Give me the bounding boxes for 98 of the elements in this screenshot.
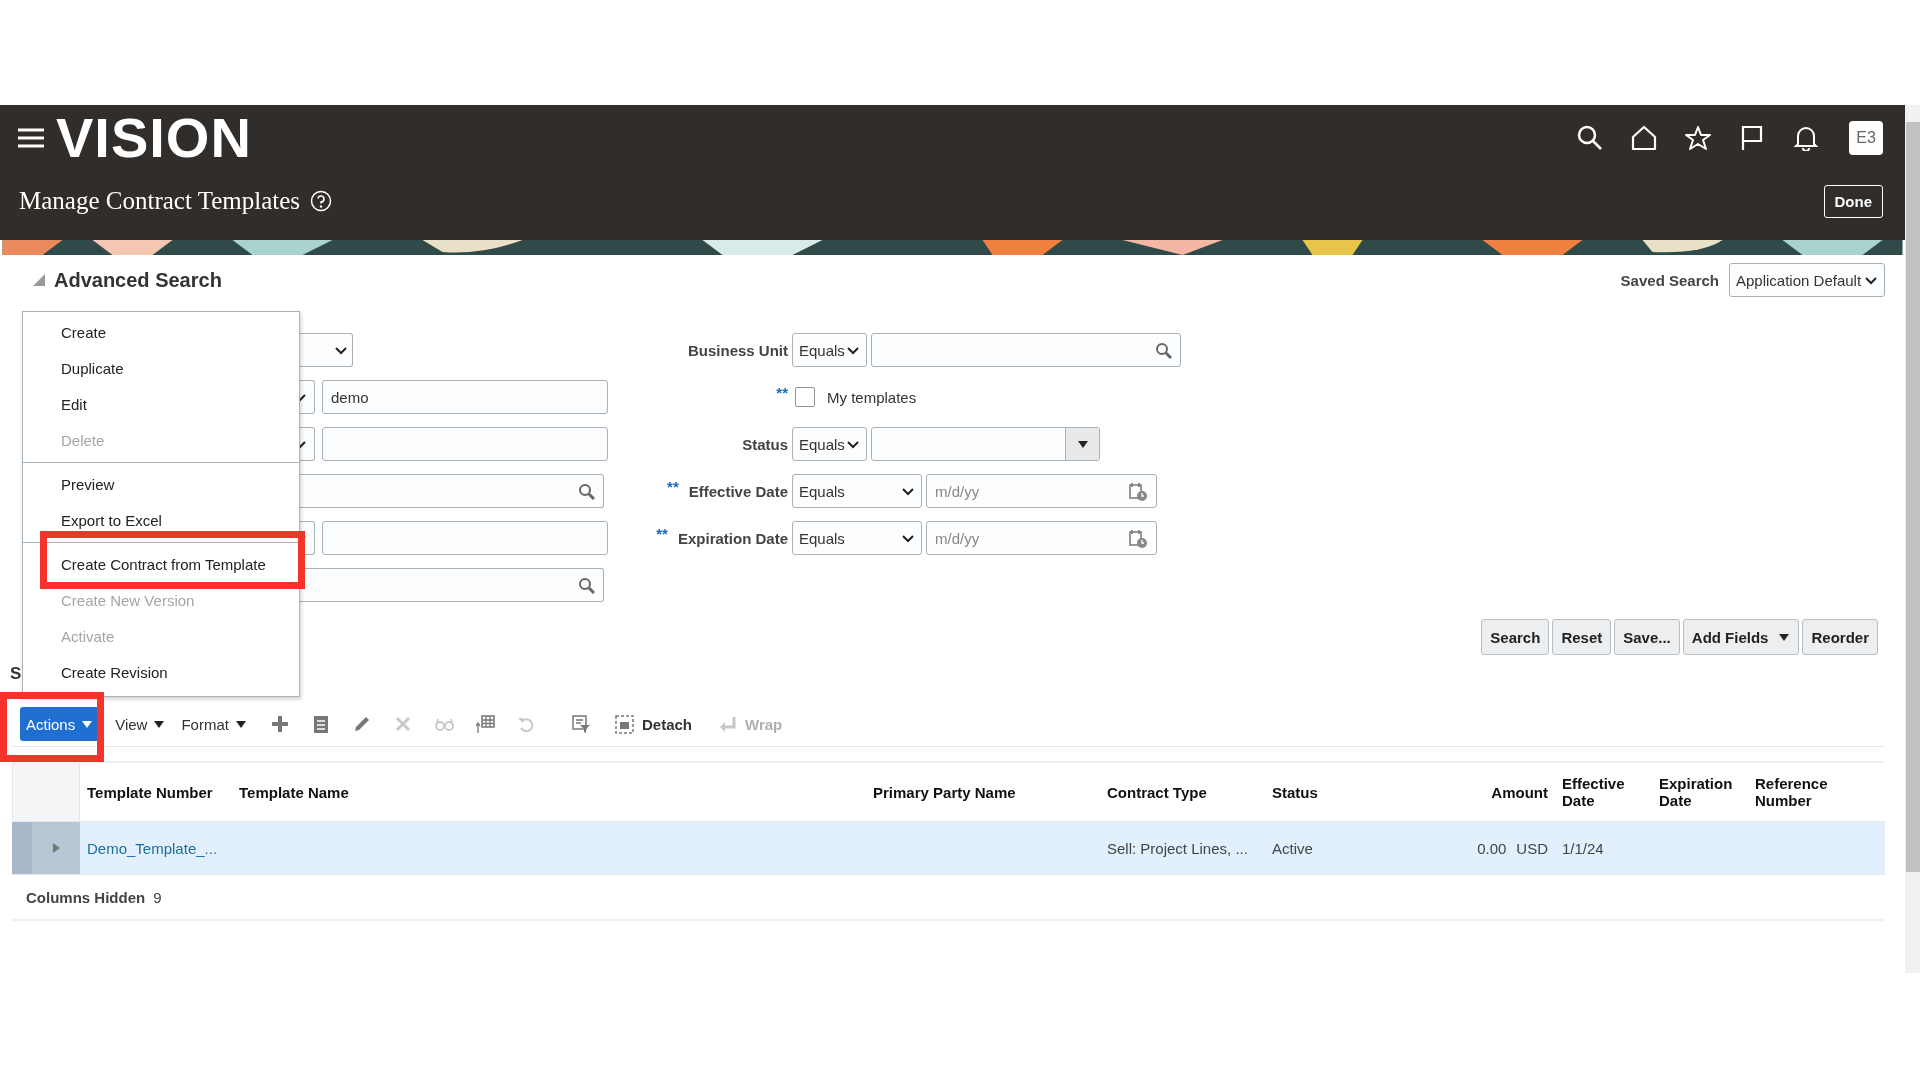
chevron-icon — [846, 438, 860, 450]
chevron-icon — [846, 344, 860, 356]
dropdown-icon — [234, 719, 247, 729]
menu-button[interactable]: View — [113, 707, 168, 741]
operator-select[interactable] — [300, 380, 315, 414]
field-label: Business Unit — [687, 341, 788, 359]
column-header[interactable]: Amount — [1410, 763, 1555, 821]
lookup-field[interactable] — [300, 474, 604, 508]
page-title: Manage Contract Templates — [19, 187, 301, 215]
search-form-button[interactable]: Save... — [1614, 619, 1680, 655]
lookup-field[interactable] — [300, 568, 604, 602]
required-marker: ** — [776, 384, 788, 401]
menu-button[interactable]: Format — [179, 707, 249, 741]
menu-item[interactable]: Create Contract from Template — [23, 542, 299, 582]
expand-icon[interactable] — [52, 842, 60, 854]
chevron-icon — [300, 438, 307, 450]
scrollbar[interactable] — [1905, 105, 1920, 973]
template-link[interactable]: Demo_Template_... — [87, 839, 218, 857]
search-form-button[interactable]: Reset — [1552, 619, 1612, 655]
table-cell: 1/1/24 — [1562, 839, 1604, 857]
text-field[interactable] — [322, 521, 608, 555]
search-form-button[interactable]: Reorder — [1802, 619, 1878, 655]
calendar-icon[interactable] — [1129, 528, 1148, 548]
hidden-columns-count: 9 — [153, 888, 162, 906]
column-header[interactable]: Primary Party Name — [866, 763, 1100, 821]
filter-icon[interactable] — [571, 714, 591, 734]
user-avatar[interactable]: E3 — [1849, 121, 1883, 155]
calendar-icon[interactable] — [1129, 481, 1148, 501]
table-cell: Active — [1272, 839, 1313, 857]
table-row[interactable]: Demo_Template_... Sell: Project Lines, ... Active 0.00 USD 1/1/24 — [12, 822, 1885, 875]
operator-select[interactable]: Equals — [792, 521, 922, 555]
column-header[interactable]: Contract Type — [1100, 763, 1265, 821]
table-cell: Sell: Project Lines, ... — [1107, 839, 1248, 857]
field-label: Status — [742, 435, 788, 453]
operator-select[interactable]: Equals — [792, 474, 922, 508]
field-label: Expiration Date — [677, 529, 788, 547]
date-field[interactable]: m/d/yy — [926, 521, 1157, 555]
section-title: S — [10, 664, 20, 685]
operator-select[interactable]: Equals — [792, 333, 867, 367]
table-cell: 0.00 — [1477, 839, 1507, 857]
operator-select[interactable] — [300, 427, 315, 461]
menu-item[interactable]: Duplicate — [23, 350, 299, 386]
dropdown-icon — [1778, 632, 1791, 642]
flag-icon[interactable] — [1739, 125, 1765, 151]
wrap-icon — [718, 714, 737, 734]
currency-code: USD — [1516, 839, 1548, 857]
star-icon[interactable] — [1685, 125, 1711, 151]
chevron-icon — [1864, 274, 1878, 286]
checkbox-label: My templates — [827, 388, 917, 406]
column-header[interactable]: Expiration Date — [1652, 763, 1748, 821]
column-header[interactable]: Effective Date — [1555, 763, 1652, 821]
menu-item[interactable]: Create — [23, 314, 299, 350]
text-field[interactable] — [322, 427, 608, 461]
chevron-icon — [334, 344, 348, 356]
menu-item[interactable]: Preview — [23, 462, 299, 502]
search-form-button[interactable]: Search — [1481, 619, 1550, 655]
dropdown-icon[interactable] — [1076, 439, 1089, 449]
field-label: Saved Search — [1620, 271, 1719, 289]
required-marker: ** — [656, 525, 668, 542]
chevron-icon — [901, 485, 915, 497]
saved-search-select[interactable]: Application Default — [1729, 263, 1885, 297]
column-header[interactable]: Template Name — [232, 763, 866, 821]
detach-button[interactable]: Detach — [612, 714, 694, 734]
dropdown-icon — [153, 719, 166, 729]
column-header[interactable]: Template Number — [80, 763, 232, 821]
menu-item[interactable]: Export to Excel — [23, 502, 299, 538]
bell-icon[interactable] — [1793, 125, 1819, 151]
dropdown-icon — [81, 719, 94, 729]
field-label: Effective Date — [688, 482, 788, 500]
checkbox[interactable] — [795, 387, 815, 407]
done-button[interactable]: Done — [1823, 184, 1883, 218]
collapse-icon[interactable] — [32, 273, 46, 287]
lookup-field[interactable] — [871, 333, 1181, 367]
section-title: Advanced Search — [54, 268, 222, 292]
search-icon[interactable] — [1577, 125, 1603, 151]
logo: VISION — [56, 110, 252, 166]
grid-icon[interactable] — [475, 714, 495, 734]
pencil-icon[interactable] — [352, 714, 372, 734]
list-icon[interactable] — [311, 714, 331, 734]
text-field[interactable]: demo — [322, 380, 608, 414]
add-icon[interactable] — [270, 714, 290, 734]
chevron-icon — [901, 532, 915, 544]
menu-item[interactable]: Create Revision — [23, 654, 299, 690]
menu-icon[interactable] — [18, 128, 44, 148]
detach-icon — [614, 714, 634, 734]
required-marker: ** — [667, 478, 679, 495]
chevron-icon — [300, 391, 307, 403]
home-icon[interactable] — [1631, 125, 1657, 151]
help-icon[interactable] — [310, 190, 333, 212]
date-field[interactable]: m/d/yy — [926, 474, 1157, 508]
menu-button[interactable]: Actions — [20, 707, 100, 741]
operator-select[interactable]: Equals — [792, 427, 867, 461]
column-header[interactable]: Reference Number — [1748, 763, 1885, 821]
add-fields-button[interactable]: Add Fields — [1682, 619, 1800, 655]
column-header[interactable]: Status — [1265, 763, 1410, 821]
menu-item[interactable]: Edit — [23, 386, 299, 422]
row-header-cell[interactable] — [12, 822, 80, 874]
field-label: Columns Hidden — [26, 888, 146, 906]
